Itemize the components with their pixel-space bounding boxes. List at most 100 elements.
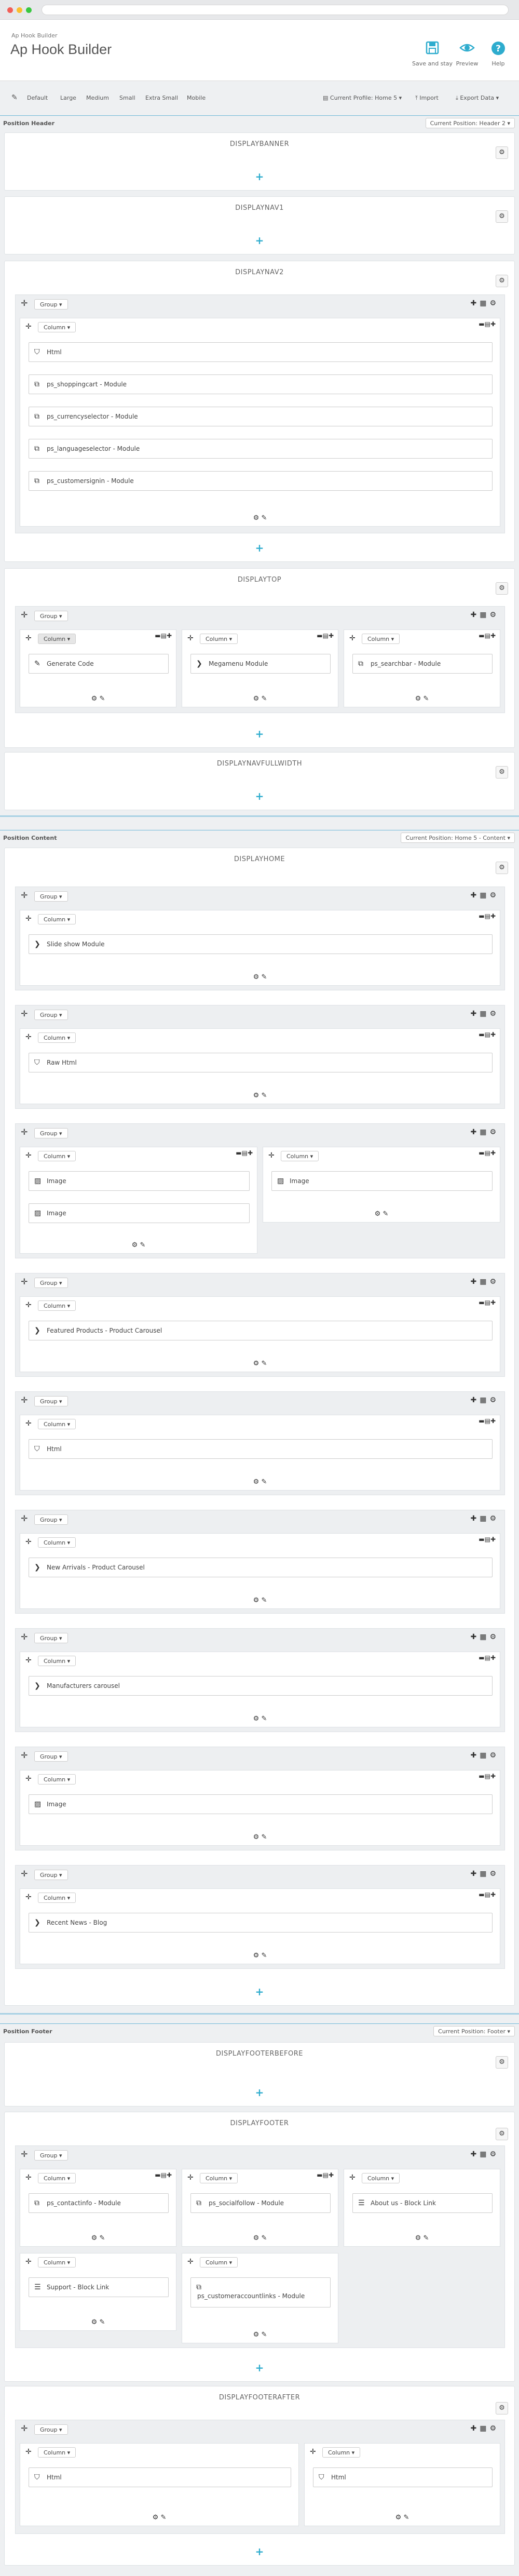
add-group-button[interactable]: + <box>5 234 514 247</box>
move-icon[interactable]: ✛ <box>310 2448 316 2456</box>
widget-module[interactable]: ⧉ ps_socialfollow - Module <box>190 2193 331 2213</box>
column-button[interactable]: Column ▾ <box>362 634 400 644</box>
add-group-button[interactable]: + <box>5 170 514 183</box>
move-icon[interactable]: ✛ <box>187 634 194 642</box>
widget-new-arrivals[interactable]: ❯ New Arrivals - Product Carousel <box>29 1558 493 1577</box>
group-button[interactable]: Group ▾ <box>34 1278 68 1288</box>
column-settings-icon[interactable]: ⚙ ✎ <box>20 1715 500 1723</box>
column-button[interactable]: Column ▾ <box>38 1419 76 1429</box>
widget-megamenu[interactable]: ❯ Megamenu Module <box>190 654 331 674</box>
column-button[interactable]: Column ▾ <box>200 634 238 644</box>
group-button[interactable]: Group ▾ <box>34 891 68 902</box>
group-tools-icon[interactable]: ✚▦⚙ <box>470 1278 499 1286</box>
widget-slideshow[interactable]: ❯ Slide show Module <box>29 934 493 954</box>
column-settings-icon[interactable]: ⚙ ✎ <box>20 1596 500 1604</box>
group-tools-icon[interactable]: ✚▦⚙ <box>470 1751 499 1760</box>
column-button[interactable]: Column ▾ <box>38 2173 76 2183</box>
device-mobile[interactable]: Mobile <box>187 95 206 101</box>
widget-html[interactable]: ⛉ Html <box>313 2467 493 2487</box>
widget-module[interactable]: ⧉ ps_languageselector - Module <box>29 439 493 459</box>
widget-image[interactable]: ▨ Image <box>29 1203 250 1223</box>
add-group-button[interactable]: + <box>5 2362 514 2374</box>
position-selector[interactable]: Current Position: Header 2 ▾ <box>425 118 515 128</box>
position-selector[interactable]: Current Position: Footer ▾ <box>433 2026 515 2036</box>
column-tools-icon[interactable]: ▬▤✚ <box>479 1891 496 1898</box>
group-button[interactable]: Group ▾ <box>34 2150 68 2161</box>
group-tools-icon[interactable]: ✚▦⚙ <box>470 1514 499 1523</box>
widget-image[interactable]: ▨ Image <box>29 1794 493 1814</box>
add-group-button[interactable]: + <box>5 2086 514 2099</box>
help-button[interactable]: ? Help <box>483 41 514 67</box>
move-icon[interactable]: ✛ <box>21 890 28 900</box>
column-button[interactable]: Column ▾ <box>38 1300 76 1311</box>
group-button[interactable]: Group ▾ <box>34 2424 68 2435</box>
move-icon[interactable]: ✛ <box>25 2448 32 2456</box>
device-small[interactable]: Small <box>119 95 135 101</box>
column-tools-icon[interactable]: ▬▤✚ <box>236 1149 253 1157</box>
gear-icon[interactable]: ⚙ <box>496 2128 508 2140</box>
move-icon[interactable]: ✛ <box>25 2174 32 2182</box>
column-button[interactable]: Column ▾ <box>200 2173 238 2183</box>
device-medium[interactable]: Medium <box>86 95 109 101</box>
column-button[interactable]: Column ▾ <box>322 2447 361 2458</box>
move-icon[interactable]: ✛ <box>25 634 32 642</box>
address-bar[interactable] <box>42 5 509 15</box>
save-and-stay-button[interactable]: Save and stay <box>412 41 453 67</box>
column-tools-icon[interactable]: ▬▤✚ <box>479 913 496 920</box>
widget-block-link[interactable]: ☰ Support - Block Link <box>29 2277 169 2297</box>
column-settings-icon[interactable]: ⚙ ✎ <box>20 2318 176 2326</box>
column-tools-icon[interactable]: ▬▤✚ <box>155 632 172 639</box>
column-button[interactable]: Column ▾ <box>38 1774 76 1785</box>
pencil-icon[interactable]: ✎ <box>11 93 18 102</box>
widget-module[interactable]: ⧉ ps_customersignin - Module <box>29 471 493 491</box>
column-tools-icon[interactable]: ▬▤✚ <box>479 320 496 328</box>
widget-html[interactable]: ⛉ Html <box>29 2467 291 2487</box>
gear-icon[interactable]: ⚙ <box>496 862 508 874</box>
widget-module[interactable]: ⧉ ps_customeraccountlinks - Module <box>190 2277 331 2307</box>
column-settings-icon[interactable]: ⚙ ✎ <box>20 1952 500 1960</box>
column-tools-icon[interactable]: ▬▤✚ <box>479 1654 496 1661</box>
column-button[interactable]: Column ▾ <box>38 914 76 924</box>
move-icon[interactable]: ✛ <box>21 1750 28 1760</box>
column-settings-icon[interactable]: ⚙ ✎ <box>305 2514 500 2521</box>
widget-html[interactable]: ⛉ Html <box>29 342 493 362</box>
gear-icon[interactable]: ⚙ <box>496 275 508 287</box>
group-tools-icon[interactable]: ✚▦⚙ <box>470 2424 499 2433</box>
column-button[interactable]: Column ▾ <box>38 322 76 332</box>
move-icon[interactable]: ✛ <box>25 1775 32 1783</box>
column-settings-icon[interactable]: ⚙ ✎ <box>20 1241 257 1249</box>
group-tools-icon[interactable]: ✚▦⚙ <box>470 891 499 900</box>
column-tools-icon[interactable]: ▬▤✚ <box>317 2171 334 2179</box>
move-icon[interactable]: ✛ <box>187 2174 194 2182</box>
column-settings-icon[interactable]: ⚙ ✎ <box>263 1210 500 1218</box>
column-settings-icon[interactable]: ⚙ ✎ <box>20 2514 298 2521</box>
group-button[interactable]: Group ▾ <box>34 1751 68 1762</box>
column-settings-icon[interactable]: ⚙ ✎ <box>20 1360 500 1367</box>
column-tools-icon[interactable]: ▬▤✚ <box>479 1417 496 1425</box>
move-icon[interactable]: ✛ <box>25 1301 32 1309</box>
column-tools-icon[interactable]: ▬▤✚ <box>479 632 496 639</box>
device-extra-small[interactable]: Extra Small <box>145 95 178 101</box>
gear-icon[interactable]: ⚙ <box>496 582 508 595</box>
group-tools-icon[interactable]: ✚▦⚙ <box>470 1870 499 1878</box>
move-icon[interactable]: ✛ <box>25 1538 32 1546</box>
column-button[interactable]: Column ▾ <box>38 1537 76 1548</box>
column-button[interactable]: Column ▾ <box>38 634 76 644</box>
widget-module[interactable]: ⧉ ps_currencyselector - Module <box>29 407 493 426</box>
move-icon[interactable]: ✛ <box>25 1656 32 1665</box>
column-tools-icon[interactable]: ▬▤✚ <box>479 1773 496 1780</box>
move-icon[interactable]: ✛ <box>21 2149 28 2159</box>
move-icon[interactable]: ✛ <box>268 1151 275 1160</box>
group-tools-icon[interactable]: ✚▦⚙ <box>470 1128 499 1136</box>
move-icon[interactable]: ✛ <box>21 1869 28 1879</box>
add-group-button[interactable]: + <box>5 2545 514 2558</box>
widget-module[interactable]: ⧉ ps_searchbar - Module <box>352 654 493 674</box>
breadcrumb[interactable]: Ap Hook Builder <box>11 32 58 39</box>
group-tools-icon[interactable]: ✚▦⚙ <box>470 1010 499 1018</box>
move-icon[interactable]: ✛ <box>25 1419 32 1428</box>
widget-manufacturers[interactable]: ❯ Manufacturers carousel <box>29 1676 493 1696</box>
move-icon[interactable]: ✛ <box>21 1632 28 1642</box>
column-tools-icon[interactable]: ▬▤✚ <box>317 632 334 639</box>
column-button[interactable]: Column ▾ <box>38 1893 76 1903</box>
group-tools-icon[interactable]: ✚▦⚙ <box>470 1633 499 1641</box>
